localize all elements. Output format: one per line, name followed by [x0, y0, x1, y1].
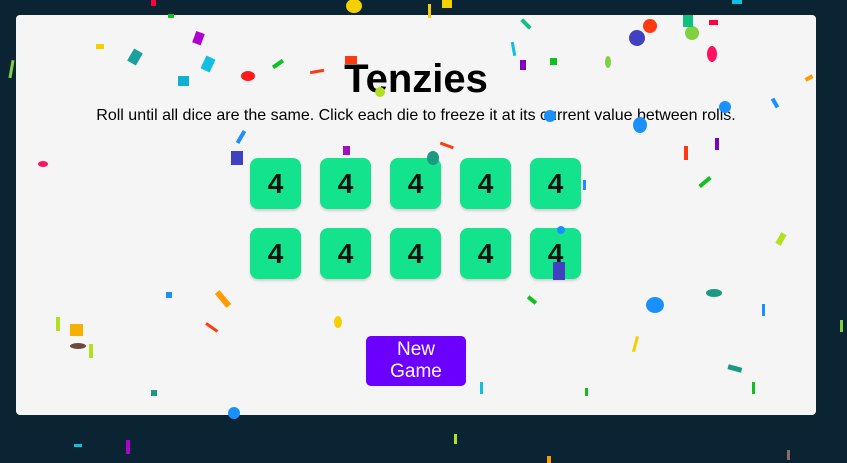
confetti-piece — [454, 434, 457, 444]
confetti-piece — [126, 440, 130, 454]
die-9[interactable]: 4 — [460, 228, 511, 279]
confetti-piece — [8, 59, 15, 79]
dice-grid: 4 4 4 4 4 4 4 4 4 4 — [250, 158, 582, 279]
die-1[interactable]: 4 — [250, 158, 301, 209]
instructions-text: Roll until all dice are the same. Click … — [96, 107, 736, 124]
confetti-piece — [547, 456, 551, 463]
die-5[interactable]: 4 — [530, 158, 581, 209]
new-game-button[interactable]: New Game — [366, 336, 466, 386]
die-3[interactable]: 4 — [390, 158, 441, 209]
page-title: Tenzies — [344, 57, 488, 101]
confetti-piece — [732, 0, 742, 4]
die-8[interactable]: 4 — [390, 228, 441, 279]
die-6[interactable]: 4 — [250, 228, 301, 279]
die-2[interactable]: 4 — [320, 158, 371, 209]
die-10[interactable]: 4 — [530, 228, 581, 279]
confetti-piece — [840, 320, 843, 332]
game-card: Tenzies Roll until all dice are the same… — [16, 15, 816, 415]
confetti-piece — [442, 0, 452, 8]
confetti-piece — [151, 0, 156, 6]
app-stage: Tenzies Roll until all dice are the same… — [0, 0, 847, 463]
die-7[interactable]: 4 — [320, 228, 371, 279]
confetti-piece — [74, 444, 82, 447]
die-4[interactable]: 4 — [460, 158, 511, 209]
confetti-piece — [346, 0, 362, 13]
confetti-piece — [787, 450, 790, 460]
